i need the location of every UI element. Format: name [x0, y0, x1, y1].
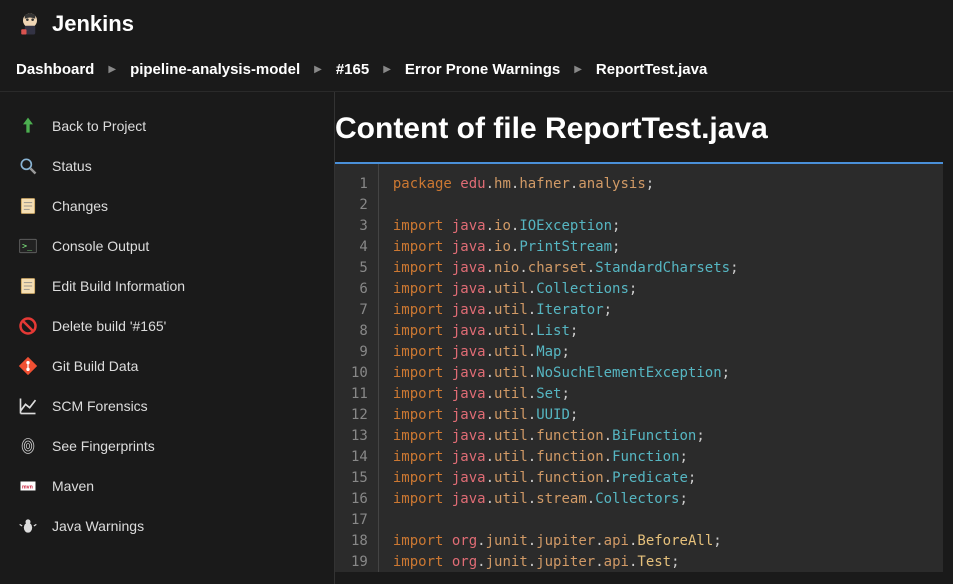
line-number: 8 [351, 321, 368, 342]
arrow-up-icon [18, 116, 38, 136]
nav-label: Edit Build Information [52, 278, 185, 294]
nav-back[interactable]: Back to Project [0, 106, 334, 146]
line-number: 12 [351, 405, 368, 426]
line-number: 3 [351, 216, 368, 237]
nav-changes[interactable]: Changes [0, 186, 334, 226]
nav-label: Maven [52, 478, 94, 494]
code-line: import java.util.stream.Collectors; [393, 489, 739, 510]
notepad-icon [18, 196, 38, 216]
breadcrumb-4[interactable]: ReportTest.java [596, 61, 707, 78]
nav-label: Delete build '#165' [52, 318, 166, 334]
nav-maven[interactable]: mvn Maven [0, 466, 334, 506]
svg-text:>_: >_ [22, 241, 33, 251]
breadcrumb-sep: ▶ [574, 64, 582, 75]
code-content: package edu.hm.hafner.analysis; import j… [379, 164, 753, 572]
code-line: import java.util.function.Function; [393, 447, 739, 468]
nav-label: SCM Forensics [52, 398, 148, 414]
bug-icon [18, 516, 38, 536]
nav-label: Changes [52, 198, 108, 214]
line-number: 6 [351, 279, 368, 300]
line-number: 4 [351, 237, 368, 258]
svg-text:mvn: mvn [22, 484, 33, 490]
nav-git[interactable]: Git Build Data [0, 346, 334, 386]
line-number: 9 [351, 342, 368, 363]
line-number: 19 [351, 552, 368, 572]
code-line: import java.util.Set; [393, 384, 739, 405]
line-number: 14 [351, 447, 368, 468]
breadcrumb-0[interactable]: Dashboard [16, 61, 94, 78]
code-line [393, 195, 739, 216]
code-line: import java.util.function.BiFunction; [393, 426, 739, 447]
terminal-icon: >_ [18, 236, 38, 256]
code-line: import java.util.Collections; [393, 279, 739, 300]
jenkins-icon [16, 10, 44, 38]
nav-finger[interactable]: See Fingerprints [0, 426, 334, 466]
code-line: import java.util.List; [393, 321, 739, 342]
line-number: 5 [351, 258, 368, 279]
finger-icon [18, 436, 38, 456]
nav-delete[interactable]: Delete build '#165' [0, 306, 334, 346]
code-line: import java.util.NoSuchElementException; [393, 363, 739, 384]
code-line: import org.junit.jupiter.api.BeforeAll; [393, 531, 739, 552]
code-line: import java.io.PrintStream; [393, 237, 739, 258]
line-number: 10 [351, 363, 368, 384]
line-number: 15 [351, 468, 368, 489]
sidebar: Back to Project Status Changes >_ Console Ou… [0, 92, 335, 584]
breadcrumb-sep: ▶ [314, 64, 322, 75]
code-line: import java.io.IOException; [393, 216, 739, 237]
line-number: 17 [351, 510, 368, 531]
git-icon [18, 356, 38, 376]
code-line: import org.junit.jupiter.api.Test; [393, 552, 739, 572]
breadcrumb-1[interactable]: pipeline-analysis-model [130, 61, 300, 78]
nav-warn[interactable]: Java Warnings [0, 506, 334, 546]
nav-label: Status [52, 158, 92, 174]
nav-label: Back to Project [52, 118, 146, 134]
code-line: import java.util.UUID; [393, 405, 739, 426]
code-line [393, 510, 739, 531]
nav-label: Console Output [52, 238, 149, 254]
header: Jenkins [0, 0, 953, 48]
nav-scm[interactable]: SCM Forensics [0, 386, 334, 426]
line-number: 2 [351, 195, 368, 216]
chart-icon [18, 396, 38, 416]
breadcrumb-3[interactable]: Error Prone Warnings [405, 61, 560, 78]
line-number: 16 [351, 489, 368, 510]
code-viewer: 12345678910111213141516171819 package ed… [335, 162, 943, 572]
breadcrumb-sep: ▶ [383, 64, 391, 75]
nav-status[interactable]: Status [0, 146, 334, 186]
jenkins-logo[interactable]: Jenkins [16, 10, 134, 38]
line-gutter: 12345678910111213141516171819 [335, 164, 379, 572]
nav-edit[interactable]: Edit Build Information [0, 266, 334, 306]
code-line: import java.util.function.Predicate; [393, 468, 739, 489]
no-icon [18, 316, 38, 336]
code-line: package edu.hm.hafner.analysis; [393, 174, 739, 195]
magnify-icon [18, 156, 38, 176]
main-content: Content of file ReportTest.java 12345678… [335, 92, 953, 584]
page-title: Content of file ReportTest.java [335, 112, 943, 146]
code-line: import java.util.Map; [393, 342, 739, 363]
breadcrumb-sep: ▶ [108, 64, 116, 75]
brand-text: Jenkins [52, 11, 134, 37]
nav-label: Git Build Data [52, 358, 138, 374]
code-line: import java.util.Iterator; [393, 300, 739, 321]
line-number: 7 [351, 300, 368, 321]
nav-label: Java Warnings [52, 518, 144, 534]
code-line: import java.nio.charset.StandardCharsets… [393, 258, 739, 279]
breadcrumb: Dashboard ▶ pipeline-analysis-model ▶ #165 ▶ E… [0, 48, 953, 92]
line-number: 1 [351, 174, 368, 195]
notepad-icon [18, 276, 38, 296]
nav-console[interactable]: >_ Console Output [0, 226, 334, 266]
nav-label: See Fingerprints [52, 438, 155, 454]
breadcrumb-2[interactable]: #165 [336, 61, 369, 78]
line-number: 13 [351, 426, 368, 447]
line-number: 11 [351, 384, 368, 405]
line-number: 18 [351, 531, 368, 552]
maven-icon: mvn [18, 476, 38, 496]
